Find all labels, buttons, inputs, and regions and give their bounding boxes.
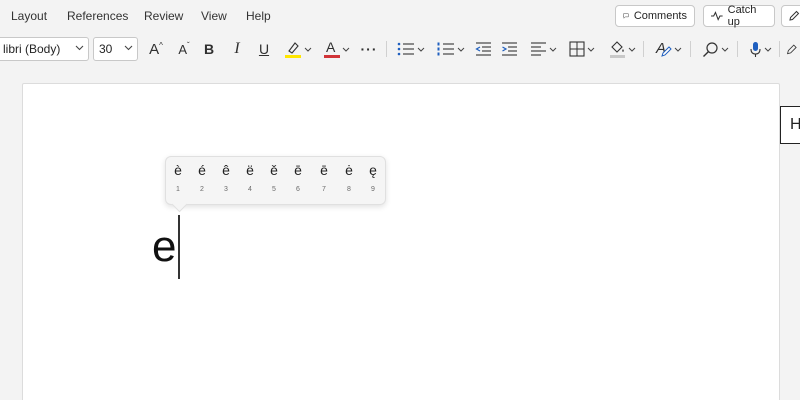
chevron-down-icon — [764, 47, 771, 52]
increase-indent-icon[interactable] — [500, 40, 518, 58]
menu-view[interactable]: View — [201, 9, 227, 23]
search-icon — [702, 41, 718, 57]
shading-icon[interactable] — [606, 40, 638, 58]
editor-icon[interactable] — [786, 40, 800, 58]
catch-up-label: Catch up — [727, 4, 757, 28]
bullets-icon[interactable] — [395, 40, 427, 58]
highlight-swatch — [285, 55, 301, 58]
bullet-list-icon — [397, 42, 414, 56]
accent-option[interactable]: ė 8 — [337, 157, 361, 205]
shrink-font-icon[interactable]: Aˇ — [175, 40, 193, 58]
highlight-icon[interactable] — [282, 40, 314, 58]
pen-icon — [661, 46, 672, 57]
more-icon[interactable]: ··· — [359, 40, 379, 58]
chevron-down-icon — [587, 47, 595, 52]
menu-bar: Layout References Review View Help Comme… — [0, 0, 800, 32]
font-color-icon[interactable]: A — [321, 39, 353, 58]
accent-option[interactable]: ê 3 — [214, 157, 238, 205]
chevron-down-icon — [75, 45, 84, 51]
font-size-combo[interactable]: 30 — [93, 37, 138, 61]
font-name-combo[interactable]: libri (Body) — [0, 37, 89, 61]
chevron-down-icon — [417, 47, 425, 52]
ribbon-separator — [643, 41, 644, 57]
ribbon-separator — [690, 41, 691, 57]
microphone-icon — [749, 41, 761, 57]
menu-layout[interactable]: Layout — [11, 9, 47, 23]
borders-icon[interactable] — [566, 40, 598, 58]
pencil-icon — [789, 10, 800, 21]
indent-icon — [501, 42, 517, 56]
grow-font-icon[interactable]: A ^ — [147, 40, 165, 58]
outdent-icon — [474, 42, 491, 56]
find-icon[interactable] — [698, 40, 732, 58]
comments-button[interactable]: Comments — [615, 5, 695, 27]
comments-label: Comments — [633, 10, 687, 22]
accent-option[interactable]: é 2 — [190, 157, 214, 205]
chevron-down-icon — [457, 47, 465, 52]
accent-option[interactable]: ē 6 — [286, 157, 310, 205]
numbered-list-icon — [437, 42, 454, 56]
document-page[interactable] — [22, 83, 780, 400]
menu-help[interactable]: Help — [246, 9, 271, 23]
accent-option[interactable]: ē 7 — [312, 157, 336, 205]
accent-option[interactable]: è 1 — [166, 157, 190, 205]
side-panel-tab[interactable]: H — [780, 106, 800, 144]
menu-review[interactable]: Review — [144, 9, 183, 23]
chevron-down-icon — [721, 47, 728, 52]
activity-icon — [711, 11, 723, 21]
ribbon-separator — [779, 41, 780, 57]
align-left-icon — [530, 42, 546, 56]
ribbon-separator — [737, 41, 738, 57]
styles-icon[interactable]: A — [651, 40, 685, 58]
accent-picker-popup: è 1 é 2 ê 3 ë 4 ě 5 ē 6 ē 7 ė 8 ę 9 — [165, 156, 386, 205]
paint-bucket-icon — [609, 41, 625, 58]
accent-option[interactable]: ě 5 — [262, 157, 286, 205]
text-cursor — [178, 215, 180, 279]
chevron-down-icon — [124, 45, 133, 51]
decrease-indent-icon[interactable] — [474, 40, 492, 58]
align-icon[interactable] — [527, 40, 559, 58]
editor-pen-icon — [786, 44, 797, 55]
chevron-down-icon — [342, 47, 350, 52]
dictate-icon[interactable] — [745, 40, 775, 58]
catch-up-button[interactable]: Catch up — [703, 4, 775, 28]
comment-icon — [623, 13, 629, 19]
bold-icon[interactable]: B — [201, 40, 217, 58]
menu-references[interactable]: References — [67, 9, 128, 23]
accent-option[interactable]: ë 4 — [238, 157, 262, 205]
font-color-swatch — [324, 55, 340, 58]
chevron-down-icon — [674, 47, 682, 52]
accent-option[interactable]: ę 9 — [361, 157, 385, 205]
underline-icon[interactable]: U — [256, 40, 272, 58]
chevron-down-icon — [628, 47, 635, 52]
highlighter-icon — [285, 42, 301, 58]
font-size-value: 30 — [99, 42, 113, 56]
chevron-down-icon — [304, 47, 312, 52]
ribbon-toolbar: libri (Body) 30 A ^ Aˇ B I U A ··· A — [0, 32, 800, 66]
ribbon-separator — [386, 41, 387, 57]
table-borders-icon — [569, 41, 585, 57]
chevron-down-icon — [549, 47, 556, 52]
numbering-icon[interactable] — [435, 40, 467, 58]
font-name-value: libri (Body) — [3, 42, 61, 56]
editing-button[interactable] — [781, 5, 800, 27]
italic-icon[interactable]: I — [230, 40, 244, 58]
typed-character: e — [152, 222, 177, 271]
